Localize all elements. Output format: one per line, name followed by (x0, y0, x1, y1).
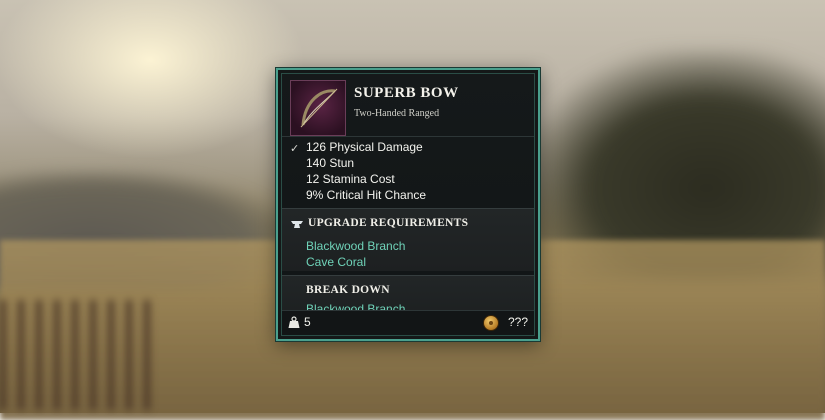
upgrade-material: Cave Coral (306, 255, 367, 269)
background-fence (0, 300, 150, 410)
upgrade-material: Blackwood Branch (306, 239, 406, 253)
upgrade-requirements-section: UPGRADE REQUIREMENTS Blackwood Branch Ca… (282, 208, 534, 271)
item-name: SUPERB BOW (354, 85, 459, 101)
item-tooltip-body: SUPERB BOW Two-Handed Ranged ✓ 126 Physi… (281, 73, 535, 336)
stat-stun: 140 Stun (306, 156, 355, 170)
stat-physical-damage: 126 Physical Damage (306, 140, 423, 154)
item-price: ??? (507, 315, 528, 329)
stat-critical-hit-chance: 9% Critical Hit Chance (306, 188, 427, 202)
item-tooltip: SUPERB BOW Two-Handed Ranged ✓ 126 Physi… (276, 68, 540, 341)
check-icon: ✓ (290, 143, 300, 155)
weight-icon (288, 316, 300, 328)
item-footer: 5 ??? (282, 310, 534, 335)
item-weight: 5 (304, 315, 311, 329)
item-stats: ✓ 126 Physical Damage 140 Stun 12 Stamin… (282, 138, 534, 210)
coin-icon (483, 315, 499, 331)
upgrade-requirements-title: UPGRADE REQUIREMENTS (308, 217, 469, 229)
anvil-icon (291, 221, 303, 228)
stat-stamina-cost: 12 Stamina Cost (306, 172, 395, 186)
break-down-title: BREAK DOWN (306, 284, 390, 296)
item-type: Two-Handed Ranged (354, 108, 440, 119)
bow-icon (290, 80, 346, 136)
item-header: SUPERB BOW Two-Handed Ranged (282, 74, 534, 137)
